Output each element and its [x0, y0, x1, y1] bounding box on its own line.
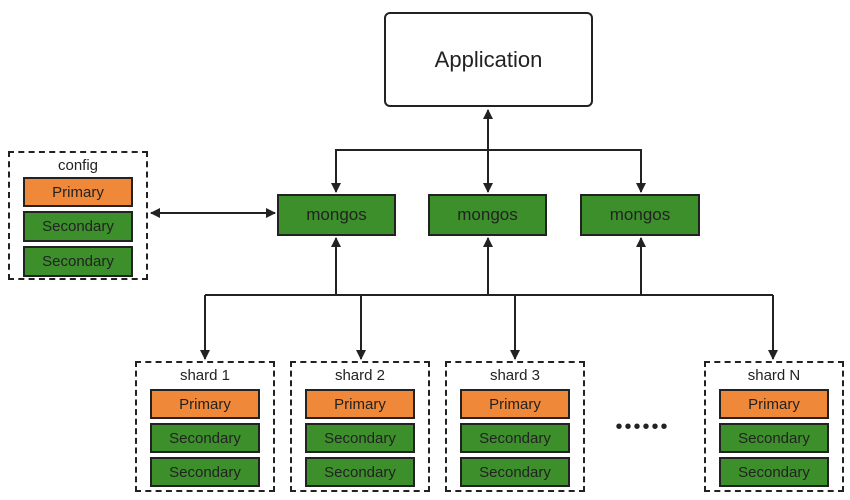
secondary-node: Secondary — [150, 423, 260, 453]
secondary-node: Secondary — [719, 457, 829, 487]
group-title: shard 1 — [179, 367, 231, 384]
group-title: config — [57, 157, 99, 174]
primary-node: Primary — [719, 389, 829, 419]
top-bus-right — [488, 149, 646, 193]
group-title: shard 2 — [334, 367, 386, 384]
mongos-node: mongos — [428, 194, 547, 236]
primary-node: Primary — [305, 389, 415, 419]
secondary-node: Secondary — [23, 211, 133, 242]
primary-node: Primary — [150, 389, 260, 419]
secondary-node: Secondary — [23, 246, 133, 277]
secondary-node: Secondary — [719, 423, 829, 453]
group-title: shard N — [747, 367, 801, 384]
secondary-node: Secondary — [305, 457, 415, 487]
top-bus-left — [331, 149, 488, 193]
group-title: shard 3 — [489, 367, 541, 384]
primary-node: Primary — [460, 389, 570, 419]
application-node: Application — [384, 12, 593, 107]
ellipsis: •••••• — [615, 415, 670, 438]
secondary-node: Secondary — [460, 423, 570, 453]
secondary-node: Secondary — [460, 457, 570, 487]
primary-node: Primary — [23, 177, 133, 207]
secondary-node: Secondary — [150, 457, 260, 487]
mongos-node: mongos — [277, 194, 396, 236]
secondary-node: Secondary — [305, 423, 415, 453]
mongos-node: mongos — [580, 194, 700, 236]
